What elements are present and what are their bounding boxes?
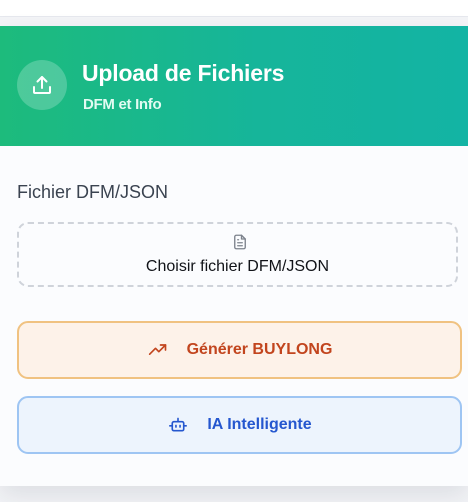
choose-file-label: Choisir fichier DFM/JSON [145,258,330,275]
header-title: Upload de Fichiers [82,60,285,86]
generate-buylong-label: Générer BUYLONG [186,341,333,358]
upload-icon [17,60,67,110]
choose-file-dropzone[interactable]: Choisir fichier DFM/JSON [17,222,458,287]
card-header: Upload de Fichiers DFM et Info [0,26,468,146]
header-subtitle: DFM et Info [83,96,162,113]
bot-icon [167,416,189,434]
file-section-label: Fichier DFM/JSON [17,182,169,202]
file-icon [231,233,249,251]
generate-buylong-button[interactable]: Générer BUYLONG [17,321,462,379]
ia-intelligente-button[interactable]: IA Intelligente [17,396,462,454]
top-strip [0,0,468,17]
trending-up-icon [147,341,169,359]
ia-intelligente-label: IA Intelligente [207,416,312,433]
upload-card: Upload de Fichiers DFM et Info Fichier D… [0,26,468,486]
